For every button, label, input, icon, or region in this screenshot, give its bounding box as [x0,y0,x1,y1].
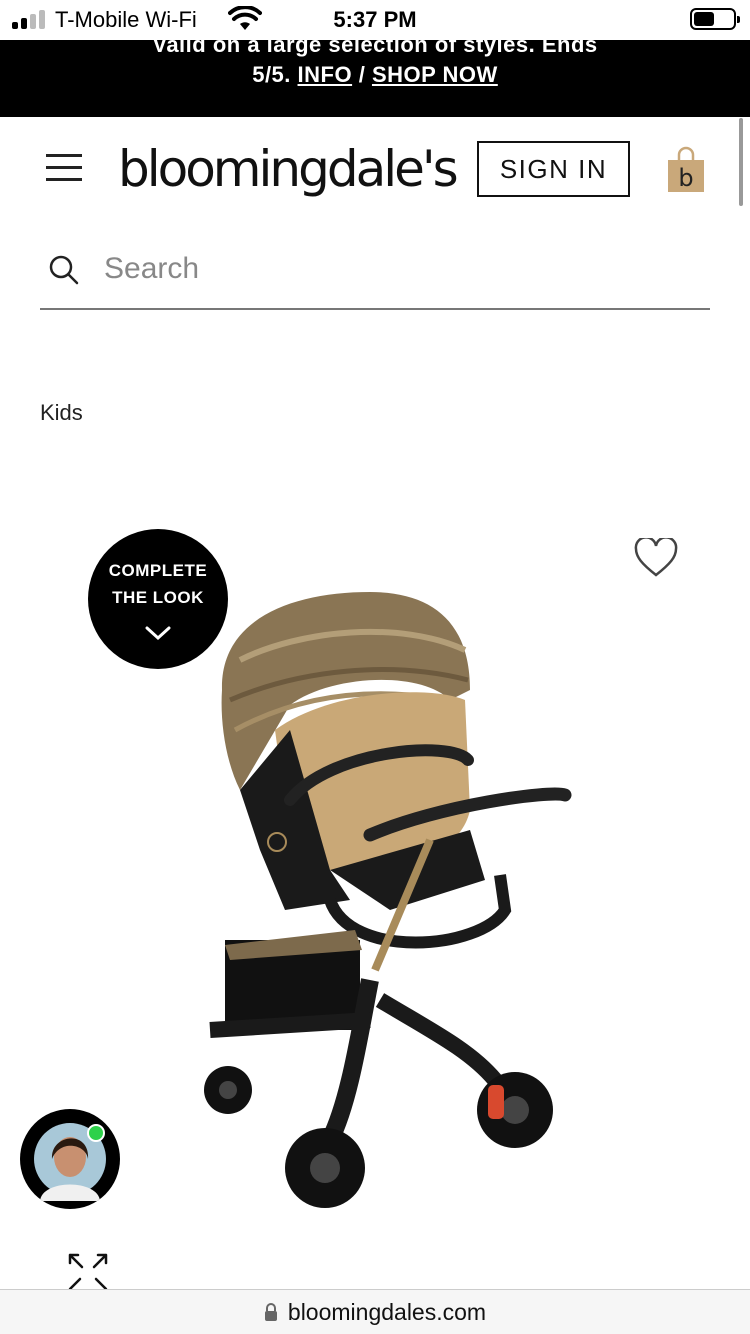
bag-letter: b [678,164,693,192]
breadcrumb[interactable]: Kids [40,400,83,426]
site-logo[interactable]: bloomingdale's [118,140,459,198]
promo-separator: / [358,62,366,87]
page: T-Mobile Wi-Fi 5:37 PM Valid on a large … [0,0,750,1334]
promo-info-link[interactable]: INFO [298,62,353,87]
complete-look-label-1: COMPLETE [108,561,208,580]
expand-icon[interactable] [66,1251,110,1291]
chat-agent-avatar[interactable] [20,1109,120,1209]
sign-in-button[interactable]: SIGN IN [477,141,630,197]
scrollbar[interactable] [739,118,743,206]
chevron-down-icon [145,626,171,641]
search-icon[interactable] [48,254,80,286]
search-bar [40,232,710,310]
avatar [34,1123,106,1201]
heart-icon[interactable] [634,538,678,578]
product-image[interactable] [180,580,600,1240]
promo-banner: Valid on a large selection of styles. En… [0,40,750,117]
shopping-bag-icon[interactable]: b [668,146,704,192]
status-bar: T-Mobile Wi-Fi 5:37 PM [0,0,750,40]
promo-shop-now-link[interactable]: SHOP NOW [372,62,498,87]
address-bar[interactable]: bloomingdales.com [0,1289,750,1334]
search-input[interactable] [104,246,684,292]
battery-icon [690,8,740,30]
url-text: bloomingdales.com [287,1298,487,1325]
promo-date: 5/5. [252,62,291,87]
promo-text: Valid on a large selection of styles. En… [152,40,598,57]
promo-links-line: 5/5. INFO / SHOP NOW [0,62,750,88]
clock: 5:37 PM [333,7,417,32]
online-status-indicator [87,1124,105,1142]
menu-icon[interactable] [46,154,82,182]
close-icon[interactable] [672,40,700,54]
lock-icon [264,1303,277,1321]
